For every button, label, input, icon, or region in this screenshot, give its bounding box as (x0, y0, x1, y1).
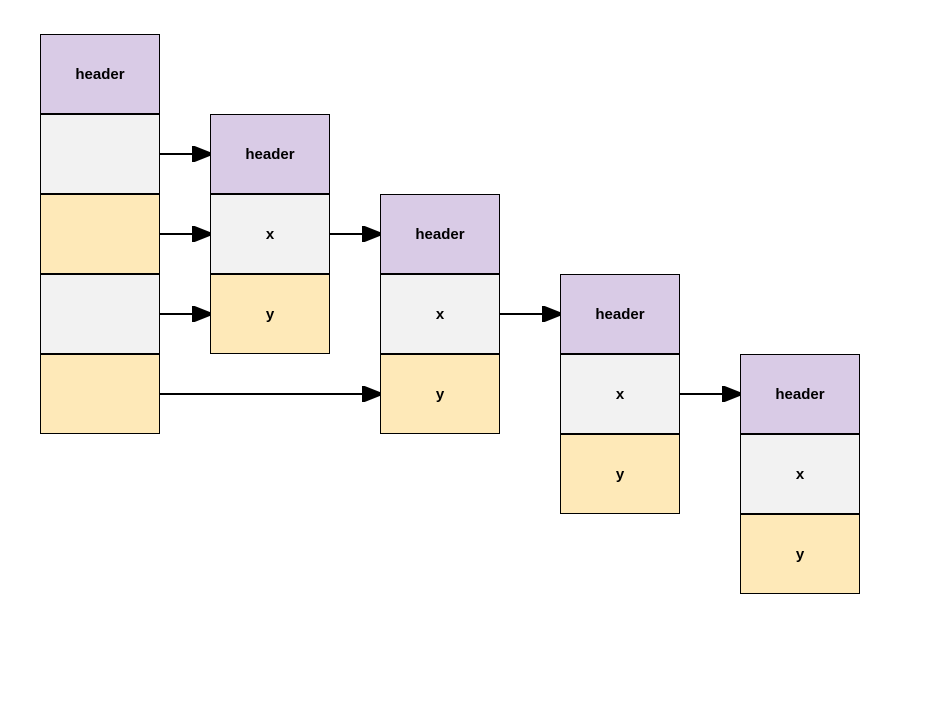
block-0-cell-3 (40, 274, 160, 354)
block-3-cell-1: x (560, 354, 680, 434)
block-2-cell-1: x (380, 274, 500, 354)
block-2-cell-2: y (380, 354, 500, 434)
block-0-cell-0: header (40, 34, 160, 114)
block-1-cell-0: header (210, 114, 330, 194)
block-4-cell-0: header (740, 354, 860, 434)
block-3-cell-0: header (560, 274, 680, 354)
block-4-cell-2: y (740, 514, 860, 594)
block-1-cell-2: y (210, 274, 330, 354)
block-1-cell-1: x (210, 194, 330, 274)
block-3-cell-2: y (560, 434, 680, 514)
block-2-cell-0: header (380, 194, 500, 274)
block-4-cell-1: x (740, 434, 860, 514)
block-0-cell-1 (40, 114, 160, 194)
block-0-cell-2 (40, 194, 160, 274)
block-0-cell-4 (40, 354, 160, 434)
